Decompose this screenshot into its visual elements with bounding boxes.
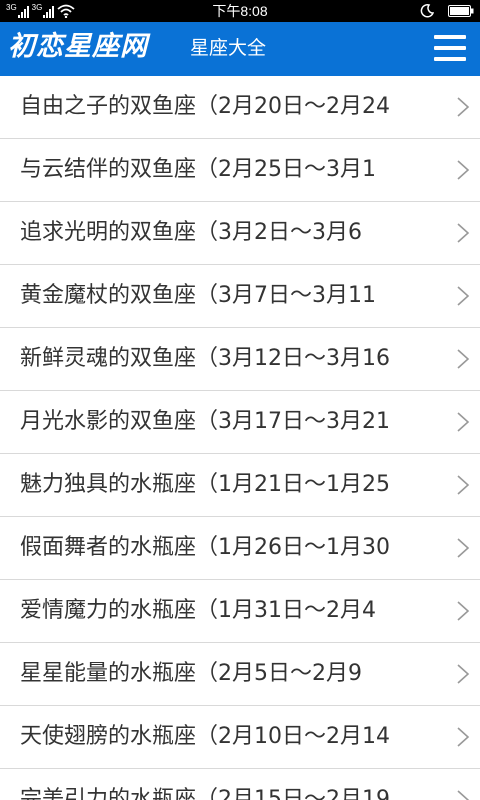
status-right-icons xyxy=(420,0,474,22)
list-item-label: 黄金魔杖的双鱼座（3月7日～3月11 xyxy=(20,283,376,308)
chevron-right-icon xyxy=(456,412,470,432)
list-item-label: 假面舞者的水瓶座（1月26日～1月30 xyxy=(20,535,390,560)
status-time: 下午8:08 xyxy=(212,3,268,19)
list-item[interactable]: 魅力独具的水瓶座（1月21日～1月25 xyxy=(0,454,480,517)
chevron-right-icon xyxy=(456,160,470,180)
list-item-label: 与云结伴的双鱼座（2月25日～3月1 xyxy=(20,157,376,182)
list-item[interactable]: 假面舞者的水瓶座（1月26日～1月30 xyxy=(0,517,480,580)
list-item-label: 爱情魔力的水瓶座（1月31日～2月4 xyxy=(20,598,376,623)
list-item[interactable]: 追求光明的双鱼座（3月2日～3月6 xyxy=(0,202,480,265)
chevron-right-icon xyxy=(456,790,470,800)
list-item[interactable]: 爱情魔力的水瓶座（1月31日～2月4 xyxy=(0,580,480,643)
moon-icon xyxy=(420,4,434,18)
site-logo[interactable]: 初恋星座网 xyxy=(8,30,148,64)
battery-icon xyxy=(448,5,474,17)
list-item[interactable]: 自由之子的双鱼座（2月20日～2月24 xyxy=(0,76,480,139)
list-item[interactable]: 新鲜灵魂的双鱼座（3月12日～3月16 xyxy=(0,328,480,391)
chevron-right-icon xyxy=(456,601,470,621)
chevron-right-icon xyxy=(456,97,470,117)
list-item[interactable]: 天使翅膀的水瓶座（2月10日～2月14 xyxy=(0,706,480,769)
list-item-label: 魅力独具的水瓶座（1月21日～1月25 xyxy=(20,472,390,497)
chevron-right-icon xyxy=(456,538,470,558)
list-item[interactable]: 星星能量的水瓶座（2月5日～2月9 xyxy=(0,643,480,706)
chevron-right-icon xyxy=(456,349,470,369)
chevron-right-icon xyxy=(456,223,470,243)
list-item[interactable]: 月光水影的双鱼座（3月17日～3月21 xyxy=(0,391,480,454)
chevron-right-icon xyxy=(456,664,470,684)
list-item-label: 星星能量的水瓶座（2月5日～2月9 xyxy=(20,661,362,686)
menu-icon-bar xyxy=(434,57,466,61)
header-subtitle: 星座大全 xyxy=(190,37,267,59)
app-header: 初恋星座网 星座大全 xyxy=(0,22,480,76)
list-item-label: 月光水影的双鱼座（3月17日～3月21 xyxy=(20,409,390,434)
list-item-label: 新鲜灵魂的双鱼座（3月12日～3月16 xyxy=(20,346,390,371)
menu-icon-bar xyxy=(434,46,466,50)
list-item-label: 完美引力的水瓶座（2月15日～2月19 xyxy=(20,787,390,800)
menu-button[interactable] xyxy=(434,35,466,62)
list-item[interactable]: 黄金魔杖的双鱼座（3月7日～3月11 xyxy=(0,265,480,328)
article-list: 自由之子的双鱼座（2月20日～2月24 与云结伴的双鱼座（2月25日～3月1 追求光… xyxy=(0,76,480,800)
list-item-label: 追求光明的双鱼座（3月2日～3月6 xyxy=(20,220,362,245)
chevron-right-icon xyxy=(456,727,470,747)
chevron-right-icon xyxy=(456,475,470,495)
list-item[interactable]: 完美引力的水瓶座（2月15日～2月19 xyxy=(0,769,480,800)
list-item-label: 自由之子的双鱼座（2月20日～2月24 xyxy=(20,94,390,119)
status-bar: 3G 3G 下午8:08 xyxy=(0,0,480,22)
menu-icon-bar xyxy=(434,35,466,39)
list-item-label: 天使翅膀的水瓶座（2月10日～2月14 xyxy=(20,724,390,749)
chevron-right-icon xyxy=(456,286,470,306)
list-item[interactable]: 与云结伴的双鱼座（2月25日～3月1 xyxy=(0,139,480,202)
